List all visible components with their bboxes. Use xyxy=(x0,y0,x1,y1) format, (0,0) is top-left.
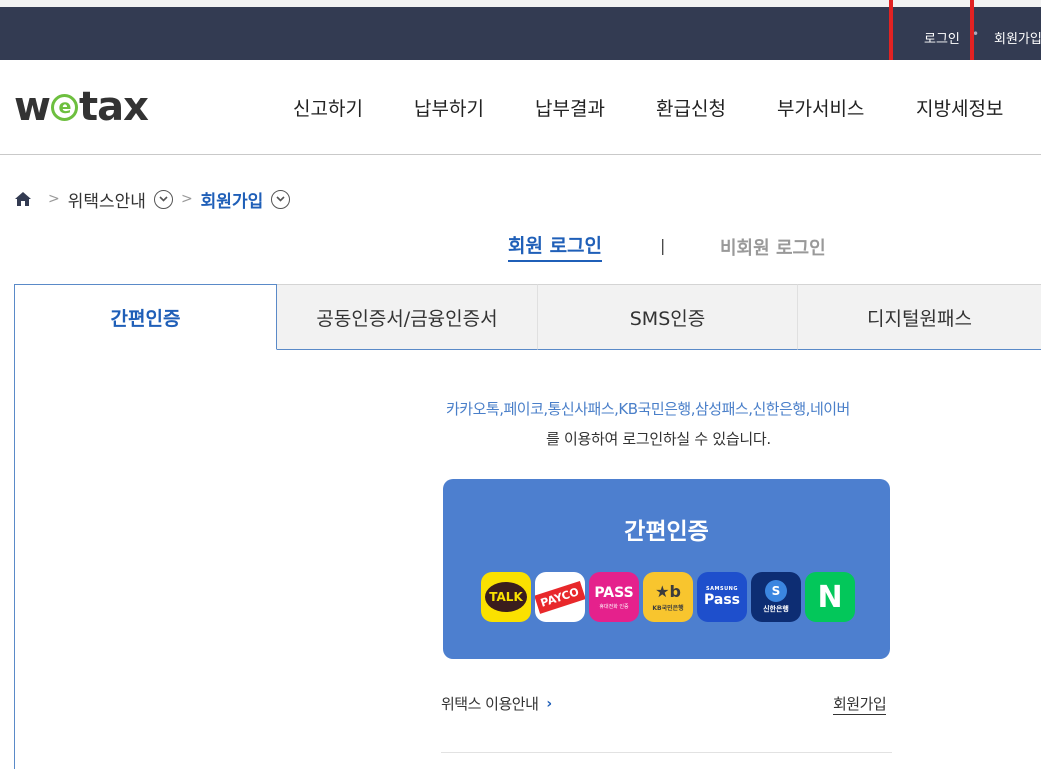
samsung-pass-icon: SAMSUNG Pass xyxy=(697,572,747,622)
home-icon[interactable] xyxy=(14,191,32,207)
top-utility-bar: 로그인 • 회원가입 xyxy=(0,0,1041,60)
tab-digital-onepass[interactable]: 디지털원패스 xyxy=(798,284,1041,350)
panel-border xyxy=(14,349,15,769)
join-button[interactable]: 회원가입 xyxy=(833,693,887,715)
easy-auth-button[interactable]: 간편인증 TALK PAYCO PASS 휴대전화 인증 ★b KB국민은행 S… xyxy=(443,479,890,659)
nav-report[interactable]: 신고하기 xyxy=(293,94,363,121)
breadcrumb-level2[interactable]: 회원가입 xyxy=(201,187,264,212)
login-type-separator: | xyxy=(660,236,666,255)
kakaotalk-icon: TALK xyxy=(481,572,531,622)
nav-extra-services[interactable]: 부가서비스 xyxy=(777,94,864,121)
naver-icon: N xyxy=(805,572,855,622)
usage-guide-label: 위택스 이용안내 xyxy=(441,695,539,713)
wetax-logo[interactable]: w e tax xyxy=(14,84,149,130)
tab-easy-auth[interactable]: 간편인증 xyxy=(14,284,277,350)
nav-payment[interactable]: 납부하기 xyxy=(414,94,484,121)
chevron-right-icon: > xyxy=(180,191,193,207)
breadcrumb: > 위택스안내 > 회원가입 xyxy=(14,186,291,212)
shinhan-bank-icon: S 신한은행 xyxy=(751,572,801,622)
member-login-tab[interactable]: 회원 로그인 xyxy=(508,231,603,262)
chevron-down-icon[interactable] xyxy=(271,189,291,209)
nav-local-tax-info[interactable]: 지방세정보 xyxy=(916,94,1003,121)
logo-text-tax: tax xyxy=(78,84,149,130)
supported-providers-text: 카카오톡,페이코,통신사패스,KB국민은행,삼성패스,신한은행,네이버 xyxy=(446,400,850,418)
divider xyxy=(441,752,892,753)
provider-icons: TALK PAYCO PASS 휴대전화 인증 ★b KB국민은행 SAMSUN… xyxy=(481,572,855,622)
tab-certificate[interactable]: 공동인증서/금융인증서 xyxy=(277,284,538,350)
easy-auth-title: 간편인증 xyxy=(624,519,709,545)
login-description-text: 를 이용하여 로그인하실 수 있습니다. xyxy=(546,430,771,448)
header: w e tax 신고하기 납부하기 납부결과 환급신청 부가서비스 지방세정보 xyxy=(0,60,1041,155)
chevron-right-icon: > xyxy=(48,191,60,207)
breadcrumb-level1[interactable]: 위택스안내 xyxy=(68,187,146,212)
chevron-down-icon[interactable] xyxy=(153,189,173,209)
auth-tabs: 간편인증 공동인증서/금융인증서 SMS인증 디지털원패스 xyxy=(14,284,1041,350)
join-link[interactable]: 회원가입 xyxy=(994,28,1041,47)
pass-icon: PASS 휴대전화 인증 xyxy=(589,572,639,622)
logo-e-icon: e xyxy=(50,93,78,121)
nav-refund[interactable]: 환급신청 xyxy=(656,94,726,121)
chevron-right-icon: › xyxy=(546,695,552,712)
usage-guide-link[interactable]: 위택스 이용안내 › xyxy=(441,693,552,714)
kb-bank-icon: ★b KB국민은행 xyxy=(643,572,693,622)
logo-text-w: w xyxy=(14,84,51,130)
payco-icon: PAYCO xyxy=(535,572,585,622)
tab-sms[interactable]: SMS인증 xyxy=(538,284,798,350)
nav-payment-result[interactable]: 납부결과 xyxy=(535,94,605,121)
guest-login-tab[interactable]: 비회원 로그인 xyxy=(720,234,826,260)
